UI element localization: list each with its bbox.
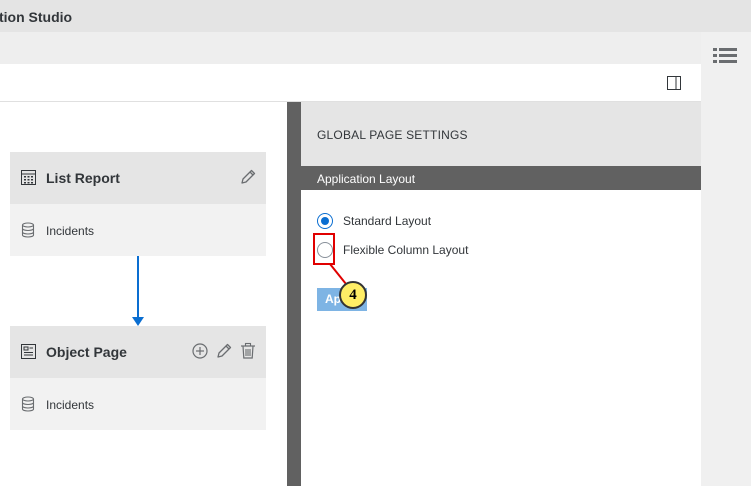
- app-title: tion Studio: [0, 9, 73, 25]
- standard-layout-option[interactable]: Standard Layout: [317, 212, 431, 230]
- node-header[interactable]: Object Page: [10, 326, 266, 378]
- panel-splitter[interactable]: [287, 102, 301, 486]
- list-icon[interactable]: [713, 46, 737, 68]
- node-header[interactable]: List Report: [10, 152, 266, 204]
- object-page-node[interactable]: Object Page Incidents: [10, 326, 266, 430]
- node-entity: Incidents: [10, 204, 266, 256]
- section-label: Application Layout: [317, 172, 416, 186]
- list-report-node[interactable]: List Report Incidents: [10, 152, 266, 256]
- edit-icon[interactable]: [215, 342, 233, 360]
- object-page-icon: [21, 344, 36, 359]
- node-title: List Report: [46, 170, 120, 186]
- node-title: Object Page: [46, 344, 127, 360]
- edit-icon[interactable]: [239, 168, 257, 186]
- database-icon: [21, 396, 35, 412]
- title-bar: tion Studio: [0, 0, 751, 32]
- flexible-column-layout-option[interactable]: Flexible Column Layout: [317, 241, 468, 259]
- step-badge: 4: [339, 281, 367, 309]
- delete-icon[interactable]: [239, 342, 257, 360]
- add-icon[interactable]: [191, 342, 209, 360]
- standard-layout-radio[interactable]: [317, 213, 333, 229]
- page-map-canvas: List Report Incidents Object Page Incide…: [0, 102, 287, 486]
- step-highlight-box: [313, 233, 335, 265]
- panel-toggle-icon[interactable]: [667, 76, 681, 90]
- sub-header-bar: [0, 32, 701, 64]
- panel-title: GLOBAL PAGE SETTINGS: [317, 128, 468, 142]
- node-entity: Incidents: [10, 378, 266, 430]
- entity-label: Incidents: [46, 224, 95, 238]
- navigation-connector: [137, 256, 139, 318]
- database-icon: [21, 222, 35, 238]
- editor-toolbar: [0, 64, 701, 102]
- radio-label: Flexible Column Layout: [343, 243, 469, 257]
- radio-label: Standard Layout: [343, 214, 432, 228]
- connector-arrow-icon: [132, 317, 144, 326]
- right-side-strip: [701, 32, 751, 486]
- panel-header: GLOBAL PAGE SETTINGS: [301, 102, 701, 166]
- entity-label: Incidents: [46, 398, 95, 412]
- list-report-icon: [21, 170, 36, 185]
- section-header: Application Layout: [301, 166, 701, 190]
